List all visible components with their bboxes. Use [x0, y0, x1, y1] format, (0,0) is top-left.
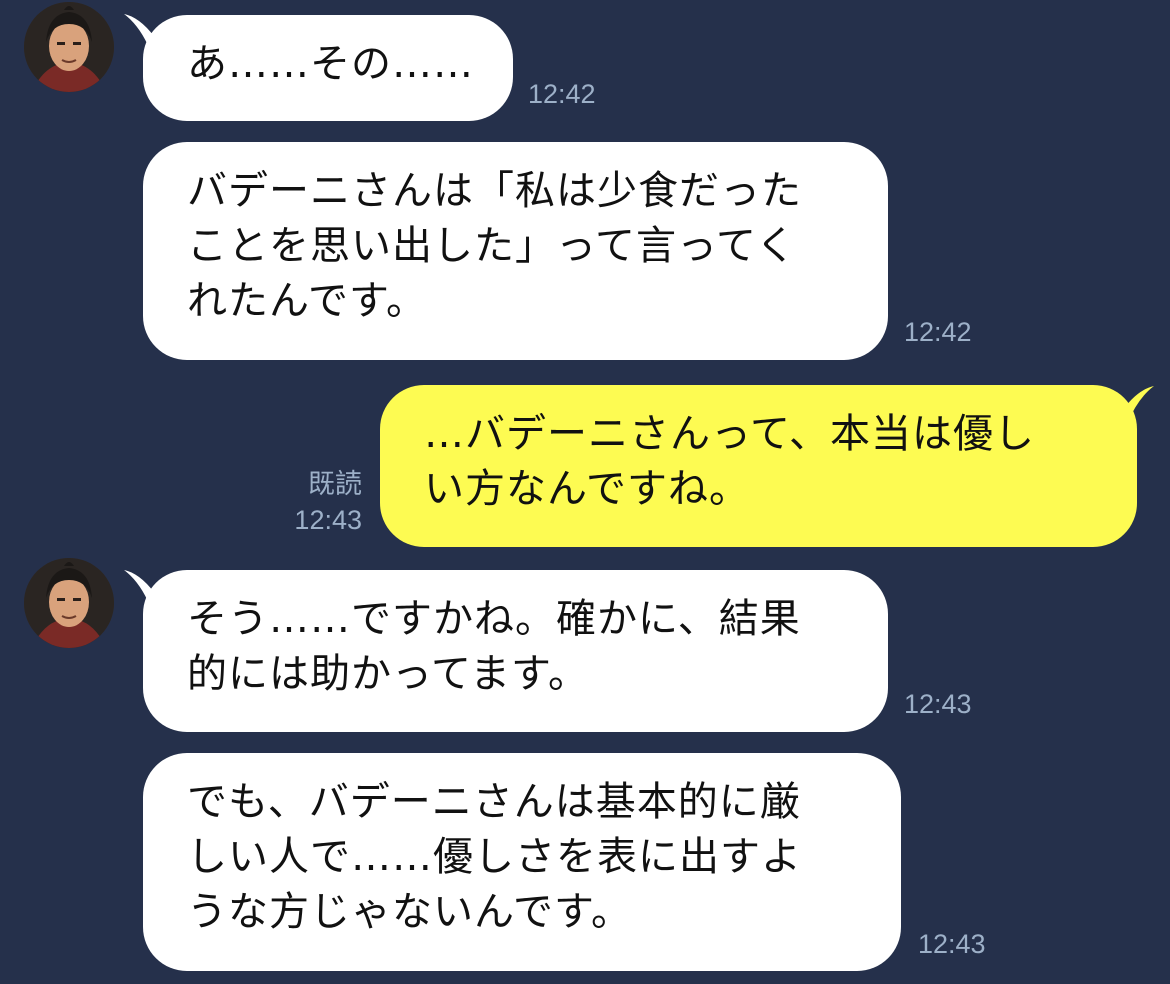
contact-avatar[interactable]	[24, 558, 114, 648]
message-text-line: …バデーニさんって、本当は優し	[424, 411, 1035, 457]
message-text-line: バデーニさんは「私は少食だった	[187, 168, 802, 214]
message-meta: 既読 12:43	[282, 468, 362, 536]
message-text-line: れたんです。	[187, 278, 427, 324]
message-text-line: あ……その……	[187, 41, 474, 87]
message-text-line: そう……ですかね。確かに、結果	[187, 596, 801, 642]
read-receipt: 既読	[308, 469, 362, 499]
message-timestamp: 12:43	[294, 505, 362, 535]
message-text-line: うな方じゃないんです。	[187, 889, 632, 935]
message-text-line: い方なんですね。	[424, 466, 750, 512]
message-text-line: 的には助かってます。	[187, 651, 589, 697]
anime-character-avatar-icon	[24, 2, 114, 92]
message-bubble[interactable]: バデーニさんは「私は少食だった ことを思い出した」って言ってく れたんです。	[143, 142, 888, 360]
message-timestamp: 12:42	[528, 79, 596, 109]
message-bubble[interactable]: そう……ですかね。確かに、結果 的には助かってます。	[143, 570, 888, 732]
bubble-tail	[1120, 386, 1154, 422]
message-timestamp: 12:43	[904, 689, 972, 719]
message-timestamp: 12:42	[904, 317, 972, 347]
message-text-line: でも、バデーニさんは基本的に厳	[187, 779, 801, 825]
message-timestamp: 12:43	[918, 929, 986, 959]
message-bubble[interactable]: …バデーニさんって、本当は優し い方なんですね。	[380, 385, 1137, 547]
message-bubble[interactable]: あ……その……	[143, 15, 513, 121]
contact-avatar[interactable]	[24, 2, 114, 92]
message-text-line: ことを思い出した」って言ってく	[187, 223, 797, 269]
message-text-line: しい人で……優しさを表に出すよ	[187, 834, 802, 880]
anime-character-avatar-icon	[24, 558, 114, 648]
message-bubble[interactable]: でも、バデーニさんは基本的に厳 しい人で……優しさを表に出すよ うな方じゃないん…	[143, 753, 901, 971]
